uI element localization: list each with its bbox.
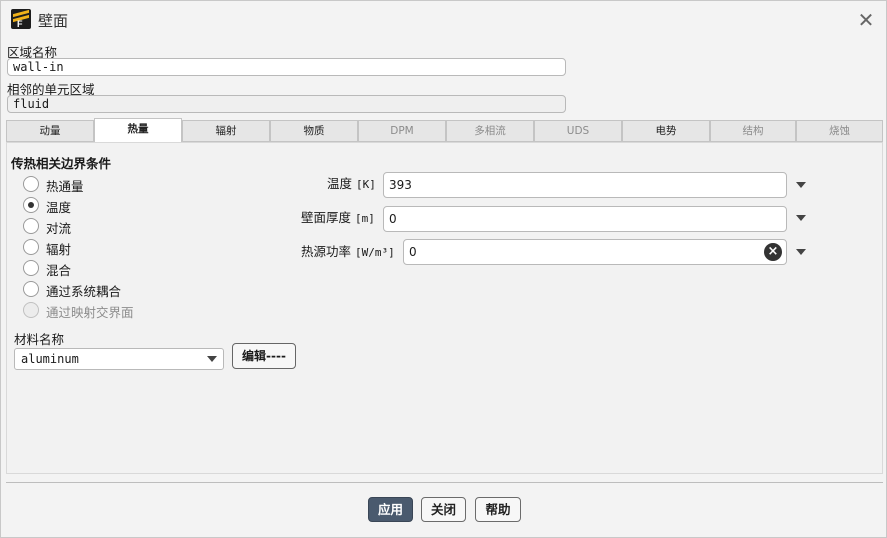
window-title: 壁面: [38, 12, 69, 30]
option-label: 热通量: [46, 179, 84, 194]
temperature-input[interactable]: 393: [383, 172, 787, 198]
wall-thickness-input[interactable]: 0: [383, 206, 787, 232]
help-button[interactable]: 帮助: [475, 497, 521, 522]
adjacent-zone-field: fluid: [7, 95, 566, 113]
radio-mapped-interface: [23, 302, 39, 318]
footer-divider: [6, 482, 883, 483]
radio-temperature[interactable]: [23, 197, 39, 213]
tab-ablation[interactable]: 烧蚀: [796, 120, 883, 142]
option-label: 通过系统耦合: [46, 284, 122, 299]
heat-source-input[interactable]: 0: [403, 239, 787, 265]
close-button[interactable]: 关闭: [421, 497, 466, 522]
temperature-dropdown-icon[interactable]: [796, 182, 806, 188]
heat-source-label: 热源功率 [W/m³]: [301, 244, 395, 259]
tab-uds[interactable]: UDS: [534, 120, 622, 142]
heat-source-dropdown-icon[interactable]: [796, 249, 806, 255]
tab-momentum[interactable]: 动量: [6, 120, 94, 142]
title-bar: F 壁面 ✕: [1, 1, 886, 38]
tab-multiphase[interactable]: 多相流: [446, 120, 534, 142]
option-label: 混合: [46, 263, 72, 278]
tab-dpm[interactable]: DPM: [358, 120, 446, 142]
option-label: 通过映射交界面: [46, 305, 134, 320]
temperature-label: 温度 [K]: [327, 176, 376, 191]
wall-thickness-dropdown-icon[interactable]: [796, 215, 806, 221]
zone-name-input[interactable]: wall-in: [7, 58, 566, 76]
tab-species[interactable]: 物质: [270, 120, 358, 142]
close-icon[interactable]: ✕: [853, 7, 879, 33]
radio-convection[interactable]: [23, 218, 39, 234]
thermal-conditions-title: 传热相关边界条件: [11, 156, 112, 171]
chevron-down-icon: [207, 356, 217, 362]
wall-dialog: F 壁面 ✕ 区域名称 wall-in 相邻的单元区域 fluid 动量 热量 …: [0, 0, 887, 538]
clear-icon[interactable]: ×: [764, 243, 782, 261]
tab-structure[interactable]: 结构: [710, 120, 796, 142]
tab-thermal[interactable]: 热量: [94, 118, 182, 143]
material-name-label: 材料名称: [14, 332, 65, 347]
radio-heat-flux[interactable]: [23, 176, 39, 192]
radio-radiation[interactable]: [23, 239, 39, 255]
radio-mixed[interactable]: [23, 260, 39, 276]
fluent-app-icon: F: [11, 9, 31, 29]
material-select[interactable]: aluminum: [14, 348, 224, 370]
wall-thickness-label: 壁面厚度 [m]: [301, 210, 375, 225]
apply-button[interactable]: 应用: [368, 497, 413, 522]
material-selected-value: aluminum: [21, 352, 79, 366]
radio-system-coupling[interactable]: [23, 281, 39, 297]
tab-bar: 动量 热量 辐射 物质 DPM 多相流 UDS 电势 结构 烧蚀: [6, 118, 883, 143]
edit-material-button[interactable]: 编辑----: [232, 343, 296, 369]
option-label: 温度: [46, 200, 72, 215]
option-label: 辐射: [46, 242, 72, 257]
tab-potential[interactable]: 电势: [622, 120, 710, 142]
option-label: 对流: [46, 221, 72, 236]
tab-radiation[interactable]: 辐射: [182, 120, 270, 142]
